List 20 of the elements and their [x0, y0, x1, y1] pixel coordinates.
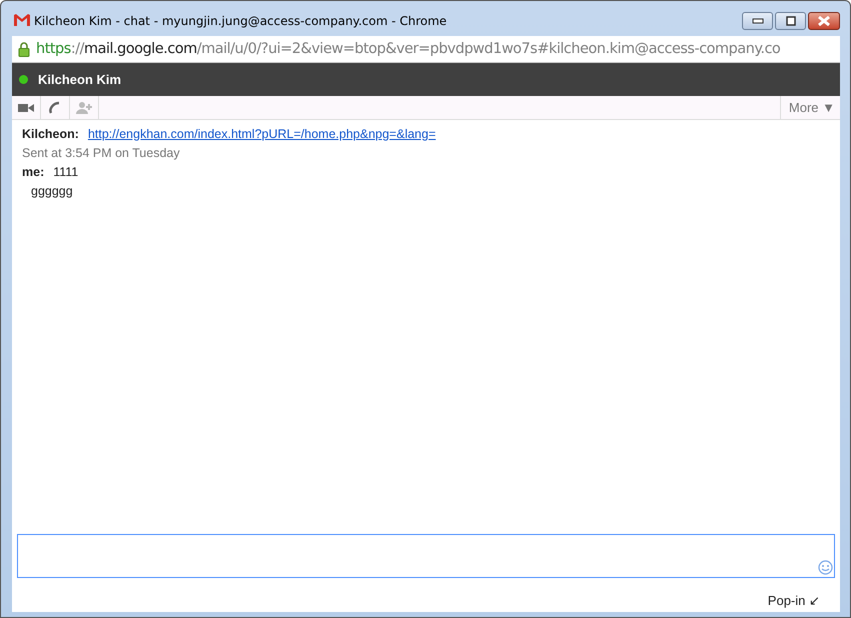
- close-button[interactable]: [808, 12, 840, 30]
- contact-name: Kilcheon Kim: [38, 72, 122, 87]
- message-text: gggggg: [31, 184, 73, 198]
- more-menu[interactable]: More ▼: [780, 96, 840, 119]
- minimize-icon: [752, 18, 764, 24]
- sent-timestamp: Sent at 3:54 PM on Tuesday: [22, 146, 180, 160]
- lock-icon: [18, 42, 30, 56]
- maximize-button[interactable]: [775, 12, 806, 30]
- maximize-icon: [784, 16, 796, 26]
- pop-in-link[interactable]: Pop-in ↙: [768, 593, 820, 608]
- sender-name: me:: [22, 164, 44, 178]
- mail-logo-icon: [14, 14, 30, 26]
- message-text: 1111: [53, 164, 78, 178]
- message-input[interactable]: [17, 534, 835, 578]
- sender-name: Kilcheon:: [22, 126, 79, 140]
- minimize-button[interactable]: [742, 12, 773, 30]
- close-icon: [817, 16, 831, 26]
- message-link[interactable]: http://engkhan.com/index.html?pURL=/home.php&npg=&lang=: [88, 126, 436, 140]
- url-text: https://mail.google.com/mail/u/0/?ui=2&view=btop&ver=pbvdpwd1wo7s#kilcheon.kim@access-company.co: [36, 41, 780, 57]
- window-title: Kilcheon Kim - chat - myungjin.jung@access-company.com - Chrome: [34, 14, 447, 28]
